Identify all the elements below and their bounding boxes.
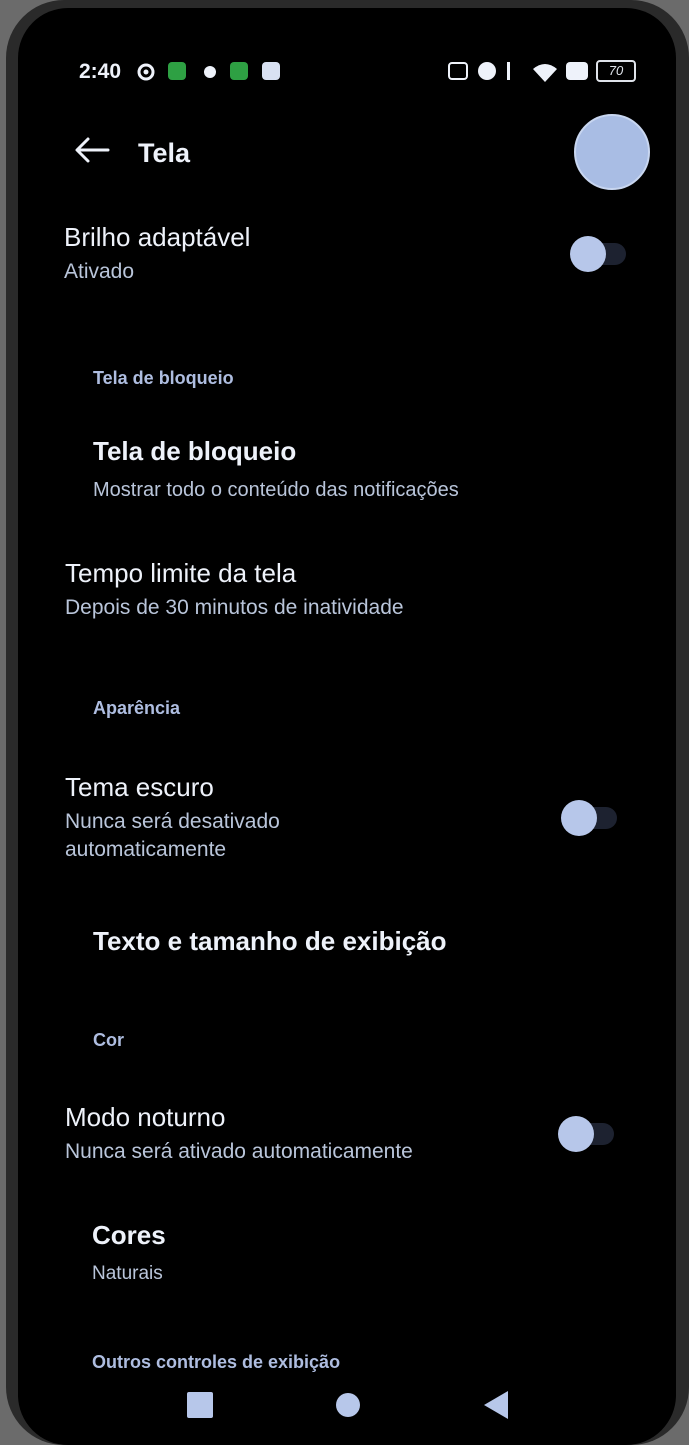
avatar[interactable] [574, 114, 650, 190]
adaptive-brightness-subtitle: Ativado [64, 260, 135, 283]
section-lock-screen: Tela de bloqueio [93, 368, 234, 388]
adaptive-brightness-title: Brilho adaptável [64, 222, 251, 252]
night-mode-toggle[interactable] [558, 1116, 616, 1152]
night-mode-subtitle: Nunca será ativado automaticamente [65, 1140, 413, 1163]
battery-icon: 70 [596, 60, 636, 82]
status-time: 2:40 [79, 60, 122, 83]
section-appearance: Aparência [93, 698, 181, 718]
dark-theme-toggle[interactable] [561, 800, 619, 836]
sim-icon [230, 62, 248, 80]
lock-screen-subtitle: Mostrar todo o conteúdo das notificações [93, 479, 459, 501]
status-bar: 2:40 70 [18, 54, 676, 88]
page-title: Tela [138, 138, 191, 168]
dark-theme-title: Tema escuro [65, 772, 214, 802]
colors-subtitle: Naturais [92, 1263, 163, 1284]
message-icon [262, 62, 280, 80]
bluetooth-icon [507, 62, 520, 80]
alarm-icon [478, 62, 496, 80]
screen-timeout-subtitle: Depois de 30 minutos de inatividade [65, 596, 404, 619]
navigation-bar [18, 1375, 676, 1445]
colors-title: Cores [92, 1220, 166, 1250]
phone-screen: 2:40 70 Tela Brilho adaptável Ativado Te… [18, 8, 676, 1445]
settings-gear-icon [136, 62, 155, 81]
lock-screen-title: Tela de bloqueio [93, 436, 297, 466]
screen-cast-icon [566, 62, 588, 80]
recents-square-icon[interactable] [180, 1385, 220, 1425]
section-color: Cor [93, 1030, 124, 1050]
toggle-knob [558, 1116, 594, 1152]
dark-theme-subtitle: Nunca será desativado automaticamente [65, 810, 280, 861]
toggle-knob [570, 236, 606, 272]
toggle-knob [561, 800, 597, 836]
night-mode-title: Modo noturno [65, 1102, 226, 1132]
home-circle-icon[interactable] [328, 1385, 368, 1425]
display-size-title: Texto e tamanho de exibição [93, 926, 447, 956]
screen-timeout-title: Tempo limite da tela [65, 558, 297, 588]
wifi-icon [532, 62, 558, 82]
section-other-display-controls: Outros controles de exibição [92, 1352, 341, 1372]
adaptive-brightness-toggle[interactable] [570, 236, 628, 272]
back-arrow-icon[interactable] [74, 136, 110, 164]
back-triangle-icon[interactable] [476, 1385, 516, 1425]
nfc-icon [448, 62, 468, 80]
app-grid-icon [168, 62, 186, 80]
bug-icon [204, 66, 216, 78]
